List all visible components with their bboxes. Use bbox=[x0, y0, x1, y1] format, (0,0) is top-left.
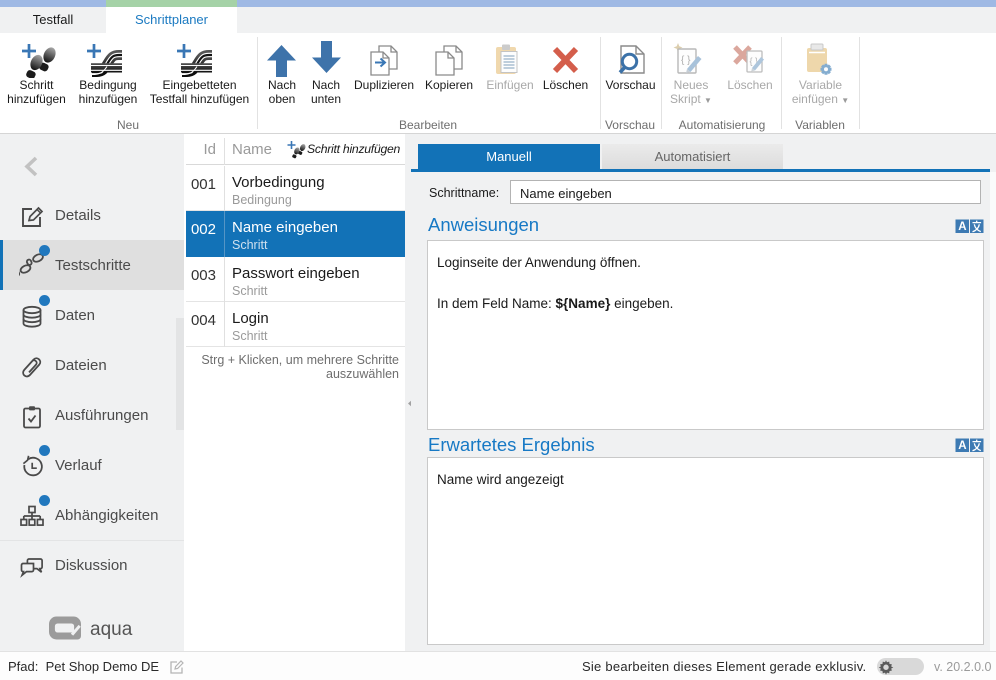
svg-text:A: A bbox=[958, 221, 966, 233]
svg-text:{ }: { } bbox=[681, 55, 691, 66]
svg-text:A: A bbox=[958, 440, 966, 452]
